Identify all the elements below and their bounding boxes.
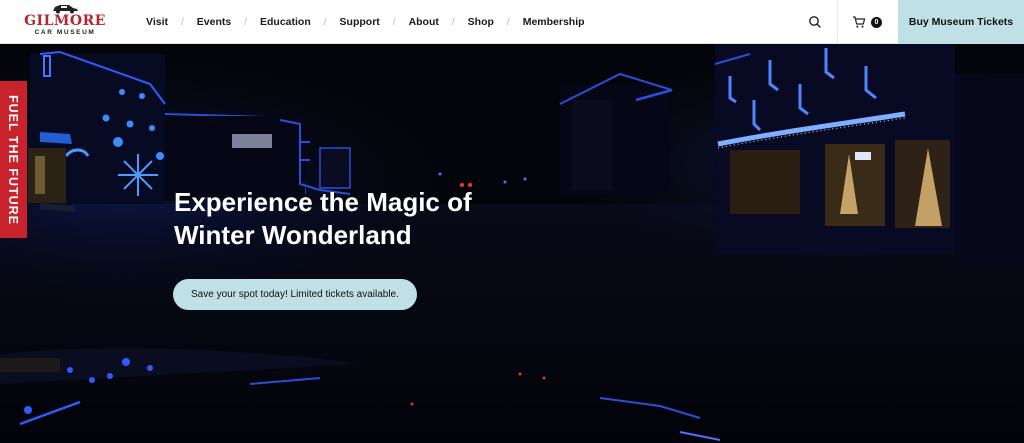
fuel-the-future-tab[interactable]: FUEL THE FUTURE [0,81,27,238]
nav-item-membership[interactable]: Membership [523,16,585,28]
nav-item-shop[interactable]: Shop [468,16,494,28]
nav-separator: / [506,16,510,28]
cart-icon [853,16,866,28]
hero-title: Experience the Magic of Winter Wonderlan… [174,186,534,252]
cart-count-badge: 0 [871,16,882,28]
logo-name: GILMORE [24,13,106,29]
nav-item-about[interactable]: About [409,16,439,28]
hero-title-line-1: Experience the Magic of [174,187,472,217]
nav-item-education[interactable]: Education [260,16,311,28]
nav-item-events[interactable]: Events [197,16,231,28]
header-divider [837,0,838,44]
nav-separator: / [392,16,396,28]
hero-title-line-2: Winter Wonderland [174,220,412,250]
search-icon [809,16,821,28]
nav-item-visit[interactable]: Visit [146,16,168,28]
main-nav: Visit / Events / Education / Support / A… [146,0,585,44]
cart-button[interactable]: 0 [852,12,882,32]
nav-separator: / [323,16,327,28]
site-header: GILMORE CAR MUSEUM Visit / Events / Educ… [0,0,1024,44]
search-button[interactable] [806,13,824,31]
save-your-spot-button[interactable]: Save your spot today! Limited tickets av… [173,279,417,310]
gilmore-logo[interactable]: GILMORE CAR MUSEUM [22,3,108,41]
nav-separator: / [180,16,184,28]
buy-tickets-button[interactable]: Buy Museum Tickets [898,0,1024,44]
nav-item-support[interactable]: Support [340,16,380,28]
side-tab-label: FUEL THE FUTURE [6,94,21,225]
nav-separator: / [244,16,247,28]
nav-separator: / [451,16,455,28]
hero-section: FUEL THE FUTURE Experience the Magic of … [0,44,1024,443]
logo-subtitle: CAR MUSEUM [34,29,96,36]
